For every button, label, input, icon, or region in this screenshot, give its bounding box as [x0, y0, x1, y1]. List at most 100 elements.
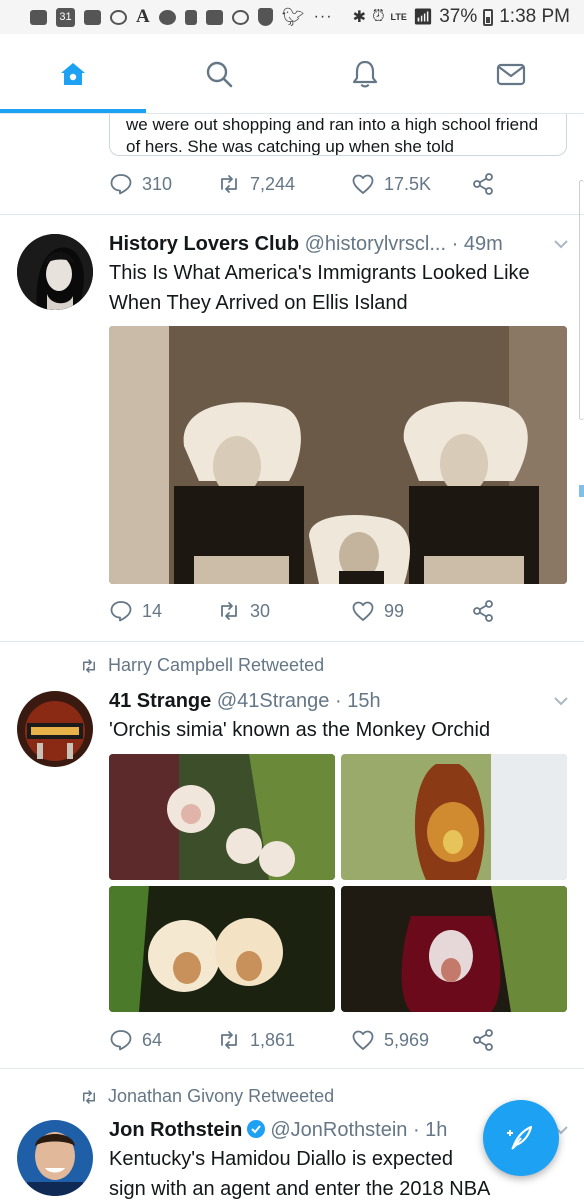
share-button[interactable]	[471, 1028, 495, 1052]
tweet-photo[interactable]	[109, 326, 567, 584]
tab-search[interactable]	[146, 34, 292, 113]
heart-icon	[352, 174, 374, 194]
heart-icon	[352, 1030, 374, 1050]
alert-icon	[158, 9, 176, 25]
reply-count: 64	[142, 1029, 163, 1050]
tweet-divider	[0, 641, 584, 642]
tweet-text-line: Kentucky's Hamidou Diallo is expected	[109, 1148, 453, 1170]
retweet-icon	[221, 602, 237, 620]
heart-icon	[352, 601, 374, 621]
chevron-down-icon[interactable]	[551, 691, 571, 711]
verified-badge-icon	[247, 1120, 266, 1138]
share-button[interactable]	[471, 599, 495, 623]
feather-compose-icon	[507, 1125, 533, 1150]
phone-icon	[184, 9, 197, 25]
tweet-actions: 14 30 99	[109, 599, 495, 623]
author-handle[interactable]: @JonRothstein	[270, 1119, 407, 1141]
monkey-orchid-photo	[341, 886, 567, 1012]
reply-count: 14	[142, 600, 163, 621]
tweet-time: · 15h	[335, 690, 381, 712]
share-icon	[473, 1029, 493, 1051]
signal-icon: 📶︎	[412, 9, 434, 26]
author-name[interactable]: 41 Strange	[109, 690, 211, 712]
scrollbar[interactable]	[579, 180, 584, 420]
reply-button[interactable]: 310	[109, 172, 217, 196]
tweet-actions: 310 7,244 17.5K	[109, 172, 495, 196]
tweet-time: · 1h	[412, 1119, 448, 1141]
tweet-text: This Is What America's Immigrants Looked…	[109, 262, 530, 314]
font-a-icon: A	[136, 6, 150, 27]
author-handle[interactable]: @41Strange	[217, 690, 330, 712]
search-icon	[206, 61, 233, 87]
twitter-bird-icon: 🐦︎	[281, 6, 305, 27]
chevron-down-icon[interactable]	[551, 234, 571, 254]
like-count: 5,969	[384, 1029, 430, 1050]
retweet-button[interactable]: 7,244	[217, 172, 351, 196]
retweet-small-icon	[83, 658, 95, 673]
share-icon	[473, 173, 493, 195]
battery-icon	[483, 8, 494, 26]
share-button[interactable]	[471, 172, 495, 196]
like-count: 17.5K	[384, 173, 432, 194]
like-button[interactable]: 17.5K	[351, 172, 471, 196]
bluetooth-icon: ✱	[352, 9, 367, 26]
battery-percent: 37%	[439, 6, 478, 27]
tweet-photo-1[interactable]	[109, 754, 335, 880]
tweet-text-line: sign with an agent and enter the 2018 NB…	[109, 1178, 491, 1200]
author-handle[interactable]: @historylvrscl...	[305, 233, 446, 255]
share-icon	[473, 600, 493, 622]
retweeted-by[interactable]: Jonathan Givony Retweeted	[108, 1086, 334, 1107]
tab-home[interactable]	[0, 34, 146, 113]
sync-icon	[110, 9, 127, 25]
quoted-tweet[interactable]: we were out shopping and ran into a high…	[109, 114, 567, 156]
more-icon: ···	[313, 8, 333, 25]
tweet-header: History Lovers Club @historylvrscl... · …	[109, 232, 503, 256]
monkey-orchid-photo	[109, 886, 335, 1012]
like-button[interactable]: 5,969	[351, 1028, 471, 1052]
author-name[interactable]: Jon Rothstein	[109, 1119, 242, 1141]
retweet-icon	[221, 1031, 237, 1049]
tweet-text: Kentucky's Hamidou Diallo is expected si…	[109, 1144, 549, 1200]
avatar[interactable]	[17, 1120, 93, 1196]
ellis-island-photo	[109, 326, 567, 584]
nfl-icon	[257, 8, 273, 26]
avatar[interactable]	[17, 691, 93, 767]
retweet-indicator: Harry Campbell Retweeted	[80, 655, 324, 676]
lte-label: LTE	[390, 12, 407, 22]
retweeted-by[interactable]: Harry Campbell Retweeted	[108, 655, 324, 676]
retweet-small-icon	[83, 1089, 95, 1104]
retweet-count: 1,861	[250, 1029, 296, 1050]
tab-notifications[interactable]	[292, 34, 438, 113]
scroll-position-marker	[579, 485, 584, 497]
retweet-button[interactable]: 1,861	[217, 1028, 351, 1052]
like-button[interactable]: 99	[351, 599, 471, 623]
tweet-actions: 64 1,861 5,969	[109, 1028, 495, 1052]
reply-button[interactable]: 64	[109, 1028, 217, 1052]
status-bar: 31 A 🐦︎ ··· ✱ ⏰︎ LTE 📶︎ 37% 1:38 PM	[0, 0, 584, 34]
quoted-tweet-text: we were out shopping and ran into a high…	[126, 115, 539, 156]
tweet-divider	[0, 214, 584, 215]
tweet-time: · 49m	[451, 233, 503, 255]
like-count: 99	[384, 600, 405, 621]
tweet-photo-2[interactable]	[341, 754, 567, 880]
tweet-divider	[0, 1068, 584, 1069]
youtube-icon	[30, 9, 47, 25]
retweet-indicator: Jonathan Givony Retweeted	[80, 1086, 334, 1107]
avatar[interactable]	[17, 234, 93, 310]
reply-icon	[110, 1030, 132, 1051]
clock: 1:38 PM	[499, 6, 570, 27]
monkey-orchid-photo	[109, 754, 335, 880]
tweet-photo-3[interactable]	[109, 886, 335, 1012]
tab-messages[interactable]	[438, 34, 584, 113]
calendar-icon: 31	[56, 7, 75, 27]
reply-count: 310	[142, 173, 173, 194]
tweet-photo-4[interactable]	[341, 886, 567, 1012]
retweet-button[interactable]: 30	[217, 599, 351, 623]
mail-icon	[496, 63, 526, 85]
tweet-header: Jon Rothstein @JonRothstein · 1h	[109, 1118, 447, 1142]
monkey-orchid-photo	[341, 754, 567, 880]
status-right: ✱ ⏰︎ LTE 📶︎ 37% 1:38 PM	[353, 6, 570, 28]
reply-button[interactable]: 14	[109, 599, 217, 623]
compose-tweet-button[interactable]	[483, 1100, 559, 1176]
author-name[interactable]: History Lovers Club	[109, 233, 299, 255]
